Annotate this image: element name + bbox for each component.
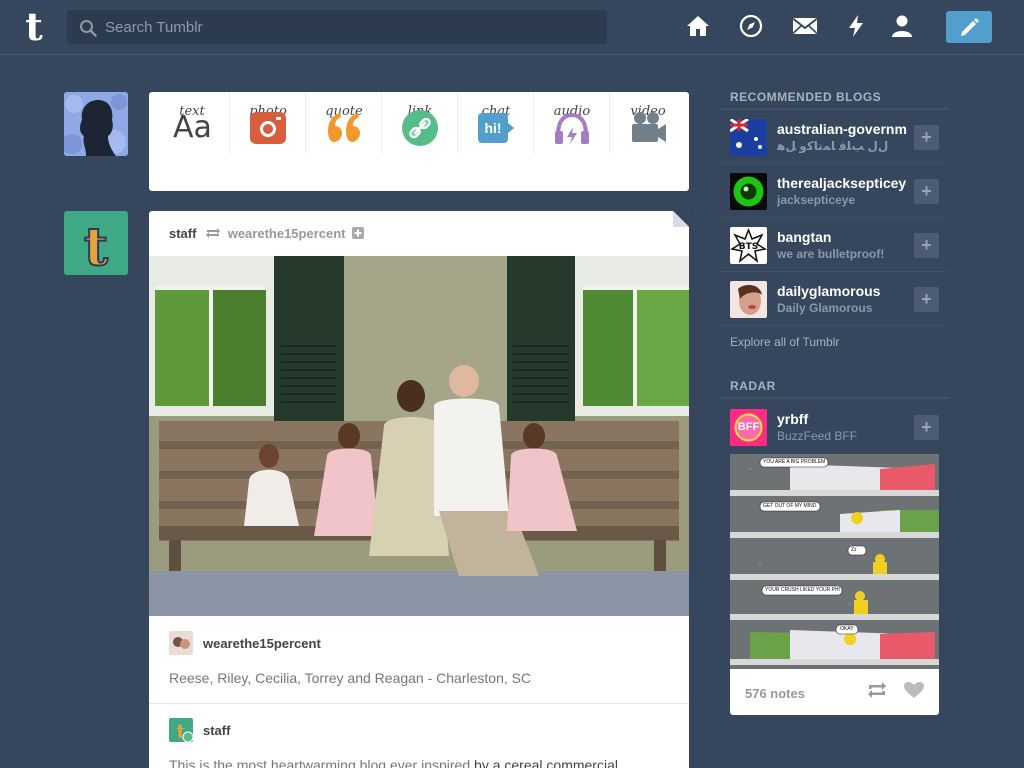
post-corner-fold — [673, 211, 689, 227]
jacksepticeye-avatar[interactable] — [730, 173, 767, 210]
post-blog-link[interactable]: staff — [169, 226, 196, 241]
headphones-icon — [555, 112, 589, 144]
radar-comic-image[interactable]: YOU ARE A BIG PROBLEM GET OUT OF MY MIND… — [730, 454, 939, 669]
post-type-audio[interactable]: audio — [534, 92, 610, 154]
search-icon — [80, 20, 97, 37]
source-blog-name[interactable]: wearethe15percent — [203, 636, 321, 651]
post-header: staff wearethe15percent — [169, 226, 365, 242]
post-divider — [149, 703, 689, 704]
chat-bubble-text: hi! — [484, 120, 502, 136]
post-body-text: This is the most heartwarming blog ever … — [169, 757, 475, 768]
australian-flag-avatar[interactable] — [730, 119, 767, 156]
text-icon: Aa — [173, 110, 212, 145]
recommended-blog-title: ﻝﻝ ﺐﻠﻗ ﺎﻤﻧﺎﻛﻭ ﻞﻫ — [777, 139, 889, 153]
explore-all-link[interactable]: Explore all of Tumblr — [730, 335, 839, 349]
compose-pencil-icon — [961, 18, 979, 36]
staff-avatar[interactable]: t — [64, 211, 128, 275]
radar-title: RADAR — [730, 379, 776, 393]
comic-speech-4: YOUR CRUSH LIKED YOUR PHOTO — [765, 587, 840, 593]
recommended-blog-title: we are bulletproof! — [777, 247, 885, 261]
recommended-blog-row[interactable]: australian-governm ﻝﻝ ﺐﻠﻗ ﺎﻤﻧﺎﻛﻭ ﻞﻫ + — [720, 110, 949, 164]
explore-compass-icon[interactable] — [739, 14, 765, 40]
follow-plus-icon[interactable] — [352, 227, 365, 239]
comic-speech-5: OKAY — [840, 626, 854, 632]
post-type-text[interactable]: text Aa — [154, 92, 230, 154]
post-type-selector: text Aa photo quote link chat — [149, 92, 689, 191]
recommended-blog-name: therealjacksepticeye — [777, 175, 907, 191]
source-blog-avatar[interactable] — [169, 631, 193, 655]
radar-blog-title: BuzzFeed BFF — [777, 429, 858, 443]
camera-icon — [250, 112, 286, 144]
post-caption: Reese, Riley, Cecilia, Torrey and Reagan… — [169, 670, 532, 686]
svg-text:BTS: BTS — [739, 242, 758, 252]
search-input[interactable] — [105, 10, 595, 44]
recommended-blog-title: jacksepticeye — [777, 193, 856, 207]
search-bar[interactable] — [67, 10, 607, 44]
silhouette-avatar-image — [64, 92, 128, 156]
recommended-blog-name: bangtan — [777, 229, 832, 245]
post-type-quote[interactable]: quote — [306, 92, 382, 154]
follow-button[interactable]: + — [914, 415, 939, 440]
follow-button[interactable]: + — [914, 233, 939, 258]
chat-bubble-icon: hi! — [477, 109, 515, 147]
recommended-blog-row[interactable]: BTS bangtan we are bulletproof! + — [720, 218, 949, 272]
user-avatar[interactable] — [64, 92, 128, 156]
follow-button[interactable]: + — [914, 287, 939, 312]
family-on-bench-photo — [149, 256, 689, 616]
comic-speech-3: Zz — [851, 547, 857, 553]
sidebar-rule — [720, 397, 949, 399]
link-icon — [402, 110, 438, 146]
post-type-chat[interactable]: chat hi! — [458, 92, 534, 154]
staff-t-logo-image: t — [64, 211, 128, 275]
recommended-blog-name: australian-governm — [777, 121, 907, 137]
radar-post-card: YOU ARE A BIG PROBLEM GET OUT OF MY MIND… — [730, 454, 939, 715]
yrbff-avatar-text: BFF — [737, 421, 760, 433]
recommended-blog-row[interactable]: dailyglamorous Daily Glamorous + — [720, 272, 949, 326]
recommended-blogs-title: RECOMMENDED BLOGS — [730, 90, 882, 104]
post-type-photo[interactable]: photo — [230, 92, 306, 154]
svg-text:t: t — [84, 217, 108, 275]
recommended-blog-name: dailyglamorous — [777, 283, 881, 299]
recommended-blog-row[interactable]: therealjacksepticeye jacksepticeye + — [720, 164, 949, 218]
follow-button[interactable]: + — [914, 125, 939, 150]
home-icon[interactable] — [686, 14, 712, 40]
post-type-link[interactable]: link — [382, 92, 458, 154]
dailyglamorous-avatar[interactable] — [730, 281, 767, 318]
comic-speech-1: YOU ARE A BIG PROBLEM — [763, 459, 825, 465]
recommended-blog-title: Daily Glamorous — [777, 301, 873, 315]
post-photo[interactable] — [149, 256, 689, 616]
top-navigation-bar: t — [0, 0, 1024, 55]
quote-icon — [328, 113, 360, 142]
reblog-icon[interactable] — [866, 681, 888, 699]
bangtan-bts-avatar[interactable]: BTS — [730, 227, 767, 264]
follow-button[interactable]: + — [914, 179, 939, 204]
comic-speech-2: GET OUT OF MY MIND — [763, 503, 817, 509]
like-heart-icon[interactable] — [903, 681, 925, 699]
dashboard-post: staff wearethe15percent wearethe15percen… — [149, 211, 689, 768]
radar-blog-name: yrbff — [777, 411, 809, 427]
reblog-icon — [206, 228, 221, 238]
trail-blog-name[interactable]: staff — [203, 723, 230, 738]
tumblr-logo[interactable]: t — [16, 7, 52, 47]
yrbff-avatar[interactable]: BFF — [730, 409, 767, 446]
staff-mini-avatar[interactable]: t — [169, 718, 193, 742]
post-type-video[interactable]: video — [610, 92, 686, 154]
post-body-link[interactable]: by a cereal commercial — [474, 757, 618, 768]
post-body: This is the most heartwarming blog ever … — [169, 757, 618, 768]
radar-blog-row[interactable]: BFF yrbff BuzzFeed BFF + — [720, 400, 949, 454]
inbox-mail-icon[interactable] — [792, 14, 818, 40]
account-person-icon[interactable] — [891, 14, 917, 40]
notes-count[interactable]: 576 notes — [745, 686, 805, 701]
compose-button[interactable] — [946, 11, 992, 43]
reblogged-from-link[interactable]: wearethe15percent — [228, 226, 346, 241]
activity-lightning-icon[interactable] — [846, 14, 872, 40]
video-camera-icon — [632, 112, 666, 142]
